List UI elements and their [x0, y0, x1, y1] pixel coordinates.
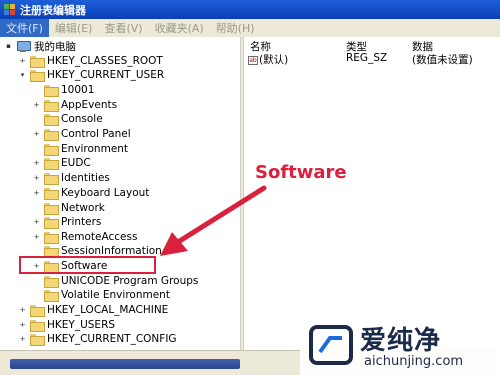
watermark-url: aichunjing.com: [364, 354, 464, 369]
watermark: 爱纯净 aichunjing.com: [300, 318, 500, 375]
annotation-label: Software: [255, 162, 347, 183]
watermark-logo-icon: [309, 325, 353, 365]
watermark-title: 爱纯净: [360, 326, 442, 356]
horizontal-scrollbar[interactable]: [10, 359, 240, 369]
